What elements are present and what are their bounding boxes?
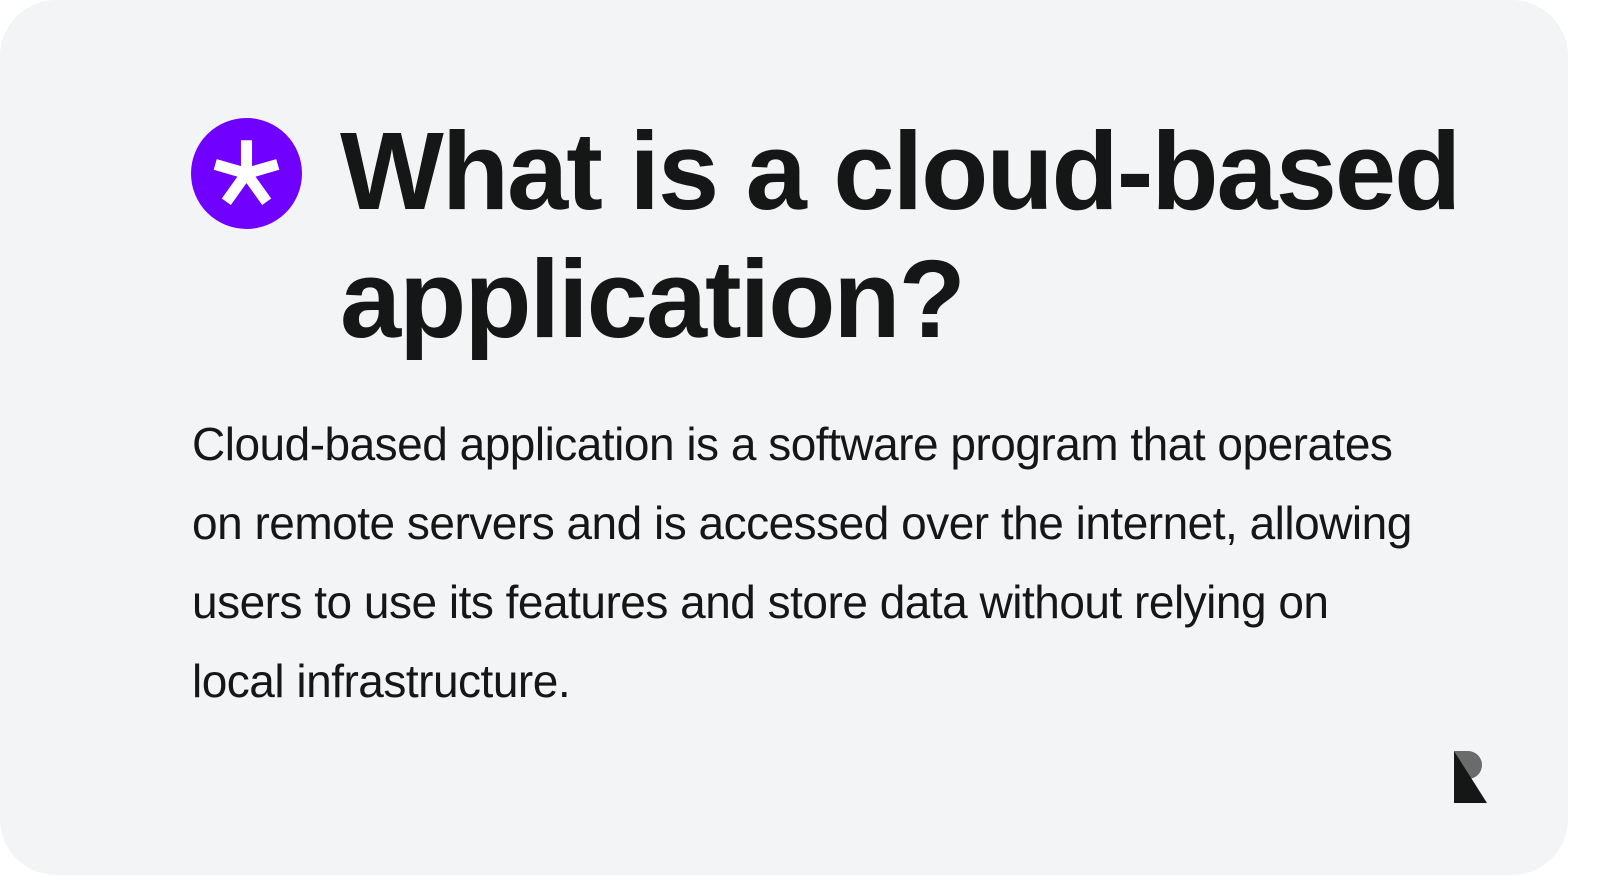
card: What is a cloud-based application? Cloud… [0, 0, 1568, 875]
definition-text: Cloud-based application is a software pr… [192, 418, 1412, 707]
page-title: What is a cloud-based application? [340, 110, 1461, 361]
asterisk-icon [191, 118, 302, 229]
brand-logo [1454, 751, 1487, 803]
